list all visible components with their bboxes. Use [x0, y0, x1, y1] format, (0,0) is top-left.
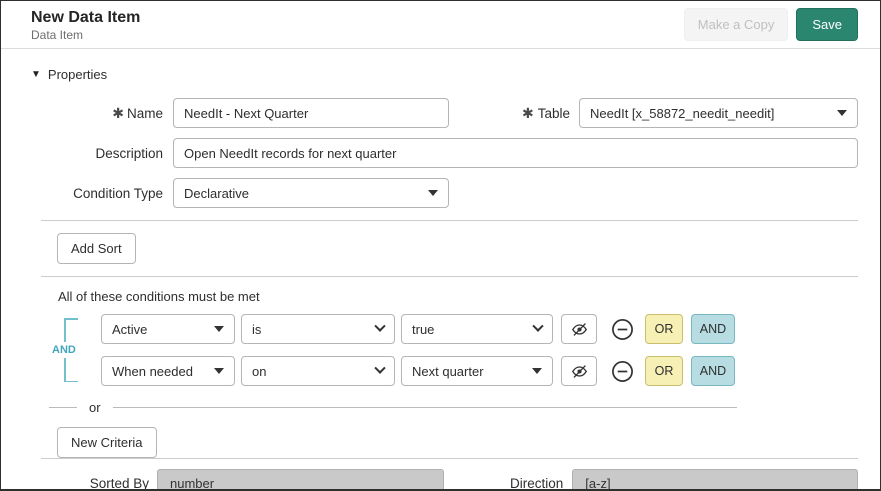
add-sort-button[interactable]: Add Sort — [57, 233, 136, 264]
form-footer: Sorted By Direction — [1, 458, 880, 491]
data-item-form-window: New Data Item Data Item Make a Copy Save… — [0, 0, 881, 491]
dropdown-caret-icon — [837, 110, 847, 116]
condition-type-select[interactable]: Declarative — [173, 178, 449, 208]
condition-type-value: Declarative — [184, 185, 250, 201]
table-select[interactable]: NeedIt [x_58872_needit_needit] — [579, 98, 858, 128]
dropdown-caret-icon — [428, 190, 438, 196]
description-label: Description — [95, 145, 163, 161]
properties-section-label: Properties — [47, 67, 108, 82]
required-icon: ✱ — [521, 104, 534, 121]
minus-circle-icon — [611, 318, 633, 340]
eye-slash-icon — [571, 364, 587, 378]
properties-section-toggle[interactable]: ▼ Properties — [31, 67, 107, 82]
divider — [41, 276, 858, 277]
name-input[interactable] — [173, 98, 449, 128]
remove-condition-button[interactable] — [609, 316, 635, 342]
new-criteria-button[interactable]: New Criteria — [57, 427, 157, 458]
name-table-row: ✱Name ✱Table NeedIt [x_58872_needit_need… — [31, 98, 858, 128]
chevron-down-icon — [374, 320, 386, 332]
make-a-copy-button[interactable]: Make a Copy — [683, 8, 789, 41]
remove-condition-button[interactable] — [609, 358, 635, 384]
description-row: Description — [31, 138, 858, 168]
and-button[interactable]: AND — [691, 356, 735, 386]
table-field-group: ✱ Table NeedIt [x_58872_needit_needit] — [522, 98, 858, 128]
form-body: ▼ Properties ✱Name ✱Table NeedIt [x_5887… — [1, 49, 880, 458]
condition-value-select[interactable]: true — [401, 314, 553, 344]
toggle-visibility-button[interactable] — [561, 356, 597, 386]
save-button[interactable]: Save — [796, 8, 858, 41]
divider-line — [112, 407, 737, 408]
and-button[interactable]: AND — [691, 314, 735, 344]
sort-footer-row: Sorted By Direction — [31, 459, 858, 491]
group-operator-label: AND — [51, 342, 77, 358]
dropdown-caret-icon — [532, 368, 542, 374]
form-header: New Data Item Data Item Make a Copy Save — [1, 1, 880, 49]
condition-builder: AND Active is true OR AND When needed on… — [51, 314, 858, 386]
page-title: New Data Item — [31, 8, 141, 26]
condition-row: Active is true OR AND — [101, 314, 858, 344]
eye-slash-icon — [571, 322, 587, 336]
minus-circle-icon — [611, 360, 633, 382]
condition-field-select[interactable]: Active — [101, 314, 235, 344]
required-icon: ✱ — [112, 104, 124, 121]
divider-line — [49, 407, 77, 408]
condition-operator-select[interactable]: is — [241, 314, 395, 344]
divider — [41, 220, 858, 221]
chevron-down-icon — [374, 362, 386, 374]
condition-rows: Active is true OR AND When needed on Nex… — [101, 314, 858, 386]
condition-operator-select[interactable]: on — [241, 356, 395, 386]
chevron-down-icon — [532, 320, 544, 332]
condition-type-label: Condition Type — [73, 185, 163, 201]
dropdown-caret-icon — [214, 326, 224, 332]
direction-input — [572, 469, 858, 489]
table-select-value: NeedIt [x_58872_needit_needit] — [590, 105, 775, 121]
collapse-triangle-icon: ▼ — [31, 68, 41, 80]
or-divider-label: or — [89, 400, 101, 415]
or-button[interactable]: OR — [645, 356, 683, 386]
dropdown-caret-icon — [214, 368, 224, 374]
header-titles: New Data Item Data Item — [31, 8, 140, 42]
sorted-by-input — [157, 469, 444, 489]
description-input[interactable] — [173, 138, 858, 168]
header-actions: Make a Copy Save — [683, 8, 858, 41]
condition-value-select[interactable]: Next quarter — [401, 356, 553, 386]
toggle-visibility-button[interactable] — [561, 314, 597, 344]
or-button[interactable]: OR — [645, 314, 683, 344]
page-subtitle: Data Item — [31, 27, 84, 42]
condition-row: When needed on Next quarter OR AND — [101, 356, 858, 386]
condition-type-row: Condition Type Declarative — [31, 178, 858, 208]
sorted-by-label: Sorted By — [89, 475, 149, 491]
table-label: ✱ Table — [521, 104, 570, 121]
condition-field-select[interactable]: When needed — [101, 356, 235, 386]
direction-label: Direction — [510, 475, 564, 491]
name-label: ✱ Name — [112, 104, 163, 121]
conditions-header-text: All of these conditions must be met — [58, 289, 260, 304]
and-group-connector: AND — [51, 314, 81, 386]
or-divider: or — [49, 400, 737, 415]
